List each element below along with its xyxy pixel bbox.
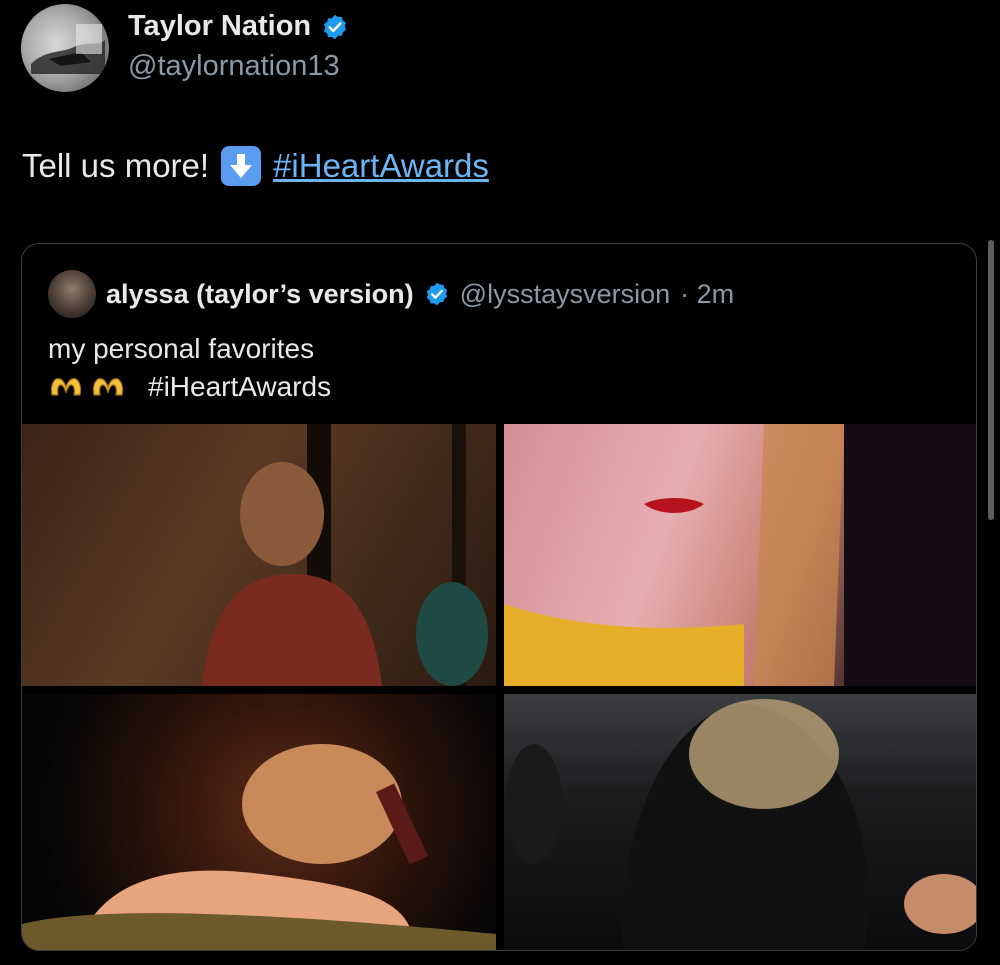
- verified-badge-icon: [324, 14, 347, 39]
- quoted-tweet-text: my personal favorites #iHeartAwards: [48, 330, 331, 406]
- hashtag-link[interactable]: #iHeartAwards: [273, 147, 489, 185]
- tweet-text: Tell us more! #iHeartAwards: [22, 146, 489, 186]
- author-name-text[interactable]: Taylor Nation: [128, 10, 311, 43]
- quoted-tweet-header: alyssa (taylor’s version) @lysstaysversi…: [48, 270, 734, 318]
- tweet-text-body: Tell us more!: [22, 147, 210, 184]
- author-handle[interactable]: @taylornation13: [128, 50, 340, 83]
- tweet-view: Taylor Nation @taylornation13 Tell us mo…: [0, 0, 1000, 965]
- scrollbar[interactable]: [988, 240, 994, 520]
- author-avatar[interactable]: [21, 4, 109, 92]
- media-image-3[interactable]: [22, 694, 496, 950]
- media-image-1[interactable]: [22, 424, 496, 686]
- down-arrow-icon: [221, 146, 262, 186]
- quoted-text-line1: my personal favorites: [48, 333, 315, 364]
- quoted-author-avatar[interactable]: [48, 270, 96, 318]
- quoted-hashtag[interactable]: #iHeartAwards: [148, 368, 331, 406]
- quoted-tweet[interactable]: alyssa (taylor’s version) @lysstaysversi…: [21, 243, 977, 951]
- author-name[interactable]: Taylor Nation: [128, 10, 349, 43]
- quoted-author-name[interactable]: alyssa (taylor’s version): [106, 279, 414, 310]
- media-image-4[interactable]: [504, 694, 976, 950]
- media-image-2[interactable]: [504, 424, 976, 686]
- quoted-timestamp[interactable]: · 2m: [680, 279, 734, 310]
- media-grid: [22, 424, 976, 950]
- heart-hands-icon: [48, 373, 126, 401]
- quoted-text-line2: #iHeartAwards: [48, 368, 331, 406]
- verified-badge-icon: [426, 282, 447, 306]
- quoted-author-handle[interactable]: @lysstaysversion: [460, 279, 670, 310]
